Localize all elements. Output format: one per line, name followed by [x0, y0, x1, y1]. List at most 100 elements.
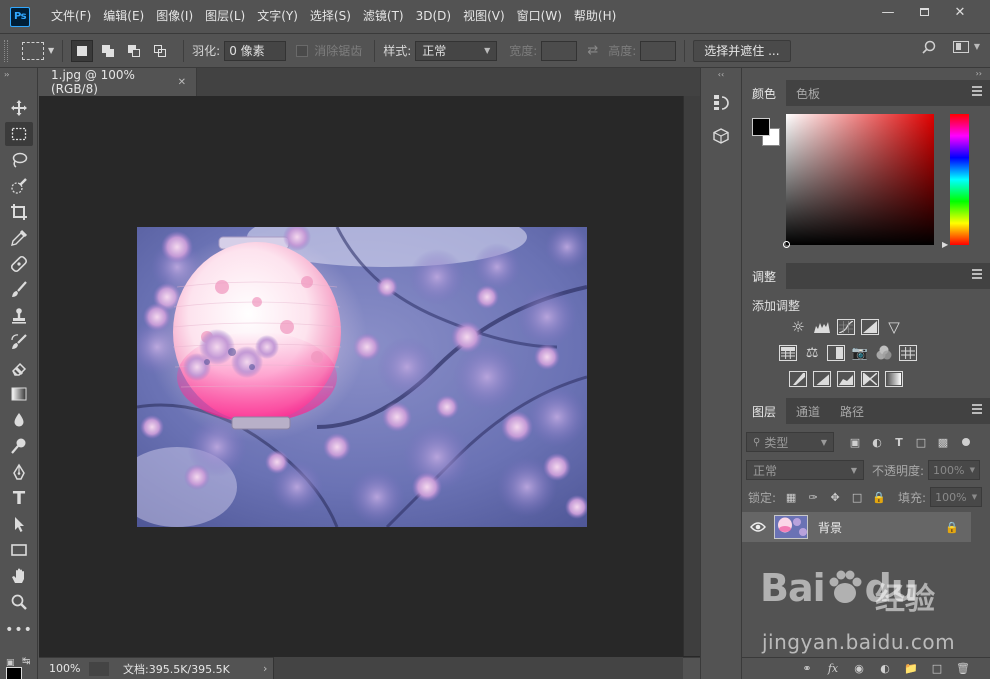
delete-layer-icon[interactable]: 🗑 — [956, 662, 970, 676]
panel-menu-icon[interactable] — [972, 404, 982, 414]
filter-pixel-icon[interactable]: ▣ — [848, 435, 862, 449]
close-tab-icon[interactable]: ✕ — [178, 77, 186, 88]
history-panel-button[interactable] — [706, 88, 736, 116]
menu-filter[interactable]: 滤镜(T) — [357, 0, 410, 33]
search-icon[interactable] — [922, 40, 936, 54]
pen-tool[interactable] — [5, 460, 33, 484]
swap-icon[interactable]: ⇄ — [587, 43, 598, 58]
hand-tool[interactable] — [5, 564, 33, 588]
marquee-tool[interactable] — [5, 122, 33, 146]
filter-adjustment-icon[interactable]: ◐ — [870, 435, 884, 449]
vertical-scrollbar[interactable] — [683, 96, 700, 656]
history-brush-tool[interactable] — [5, 330, 33, 354]
tab-color[interactable]: 颜色 — [742, 80, 787, 106]
minimize-button[interactable]: — — [870, 0, 906, 24]
exposure-icon[interactable] — [861, 319, 879, 335]
visibility-eye-icon[interactable] — [750, 521, 766, 533]
menu-window[interactable]: 窗口(W) — [511, 0, 568, 33]
new-selection-button[interactable] — [71, 39, 94, 62]
brush-tool[interactable] — [5, 278, 33, 302]
posterize-icon[interactable] — [813, 371, 831, 387]
fill-input[interactable]: 100% ▼ — [930, 487, 983, 507]
maximize-button[interactable] — [906, 0, 942, 24]
collapse-panels-icon[interactable]: ›› — [742, 68, 990, 80]
crop-tool[interactable] — [5, 200, 33, 224]
tab-channels[interactable]: 通道 — [786, 398, 830, 424]
select-and-mask-button[interactable]: 选择并遮住 ... — [693, 39, 791, 62]
color-picker-field[interactable] — [783, 114, 934, 248]
lock-all-icon[interactable]: 🔒 — [872, 490, 886, 504]
width-input[interactable] — [541, 40, 578, 61]
options-grip[interactable] — [4, 39, 8, 62]
add-selection-button[interactable] — [97, 40, 119, 62]
tab-paths[interactable]: 路径 — [830, 398, 874, 424]
selective-color-icon[interactable] — [861, 371, 879, 387]
feather-input[interactable] — [224, 40, 287, 61]
panel-menu-icon[interactable] — [972, 269, 982, 279]
foreground-color[interactable] — [752, 118, 770, 136]
move-tool[interactable] — [5, 96, 33, 120]
swap-colors-icon[interactable]: ↹ — [22, 656, 30, 667]
3d-panel-button[interactable] — [706, 122, 736, 150]
menu-type[interactable]: 文字(Y) — [251, 0, 304, 33]
channel-mixer-icon[interactable] — [875, 345, 893, 361]
hue-handle-icon[interactable]: ▶ — [942, 240, 948, 249]
height-input[interactable] — [640, 40, 677, 61]
panel-menu-icon[interactable] — [972, 86, 982, 96]
lock-pixels-icon[interactable]: ✑ — [806, 490, 820, 504]
intersect-selection-button[interactable] — [149, 40, 171, 62]
eraser-tool[interactable] — [5, 356, 33, 380]
hue-slider[interactable]: ▶ — [942, 114, 969, 249]
lasso-tool[interactable] — [5, 148, 33, 172]
menu-help[interactable]: 帮助(H) — [568, 0, 622, 33]
chevron-right-icon[interactable]: › — [263, 662, 267, 675]
color-picker-handle[interactable] — [783, 241, 790, 248]
color-balance-icon[interactable]: ⚖ — [803, 345, 821, 361]
tab-layers[interactable]: 图层 — [742, 398, 787, 424]
new-group-icon[interactable]: 📁 — [904, 662, 918, 676]
marquee-preset-icon[interactable] — [22, 41, 44, 60]
healing-brush-tool[interactable] — [5, 252, 33, 276]
subtract-selection-button[interactable] — [123, 40, 145, 62]
dodge-tool[interactable] — [5, 434, 33, 458]
quick-selection-tool[interactable] — [5, 174, 33, 198]
vibrance-icon[interactable]: ▽ — [885, 318, 903, 336]
photo-filter-icon[interactable]: 📷 — [851, 345, 869, 361]
menu-layer[interactable]: 图层(L) — [199, 0, 251, 33]
chevron-down-icon[interactable]: ▼ — [48, 46, 54, 55]
layer-filter-select[interactable]: ⚲ 类型 ▼ — [746, 432, 834, 452]
more-tools-button[interactable]: ••• — [5, 618, 33, 642]
menu-file[interactable]: 文件(F) — [45, 0, 97, 33]
color-lookup-icon[interactable] — [899, 345, 917, 361]
zoom-level[interactable]: 100% — [39, 662, 89, 675]
workspace-icon[interactable] — [952, 40, 969, 53]
collapse-strip-icon[interactable]: ‹‹ — [701, 68, 741, 82]
black-white-icon[interactable] — [827, 345, 845, 361]
expand-toolbar-icon[interactable]: ›› — [0, 68, 37, 82]
opacity-input[interactable]: 100% ▼ — [928, 460, 981, 480]
clone-stamp-tool[interactable] — [5, 304, 33, 328]
filter-toggle-icon[interactable] — [962, 438, 970, 446]
close-window-button[interactable]: ✕ — [942, 0, 978, 24]
hue-saturation-icon[interactable] — [779, 345, 797, 361]
type-tool[interactable]: T — [5, 486, 33, 510]
threshold-icon[interactable] — [837, 371, 855, 387]
path-selection-tool[interactable] — [5, 512, 33, 536]
lock-position-icon[interactable]: ✥ — [828, 490, 842, 504]
rectangle-tool[interactable] — [5, 538, 33, 562]
blend-mode-select[interactable]: 正常 ▼ — [746, 460, 864, 480]
menu-edit[interactable]: 编辑(E) — [97, 0, 150, 33]
filter-smart-object-icon[interactable]: ▩ — [936, 435, 950, 449]
lock-transparent-icon[interactable]: ▦ — [784, 490, 798, 504]
menu-select[interactable]: 选择(S) — [304, 0, 357, 33]
menu-view[interactable]: 视图(V) — [457, 0, 511, 33]
canvas[interactable] — [39, 96, 683, 656]
levels-icon[interactable] — [813, 319, 831, 335]
eyedropper-tool[interactable] — [5, 226, 33, 250]
style-select[interactable]: 正常 ▼ — [415, 40, 498, 61]
tab-adjustments[interactable]: 调整 — [742, 263, 787, 289]
menu-image[interactable]: 图像(I) — [150, 0, 199, 33]
foreground-color-swatch[interactable] — [6, 667, 22, 679]
gradient-map-icon[interactable] — [885, 371, 903, 387]
new-adjustment-layer-icon[interactable]: ◐ — [878, 662, 892, 676]
